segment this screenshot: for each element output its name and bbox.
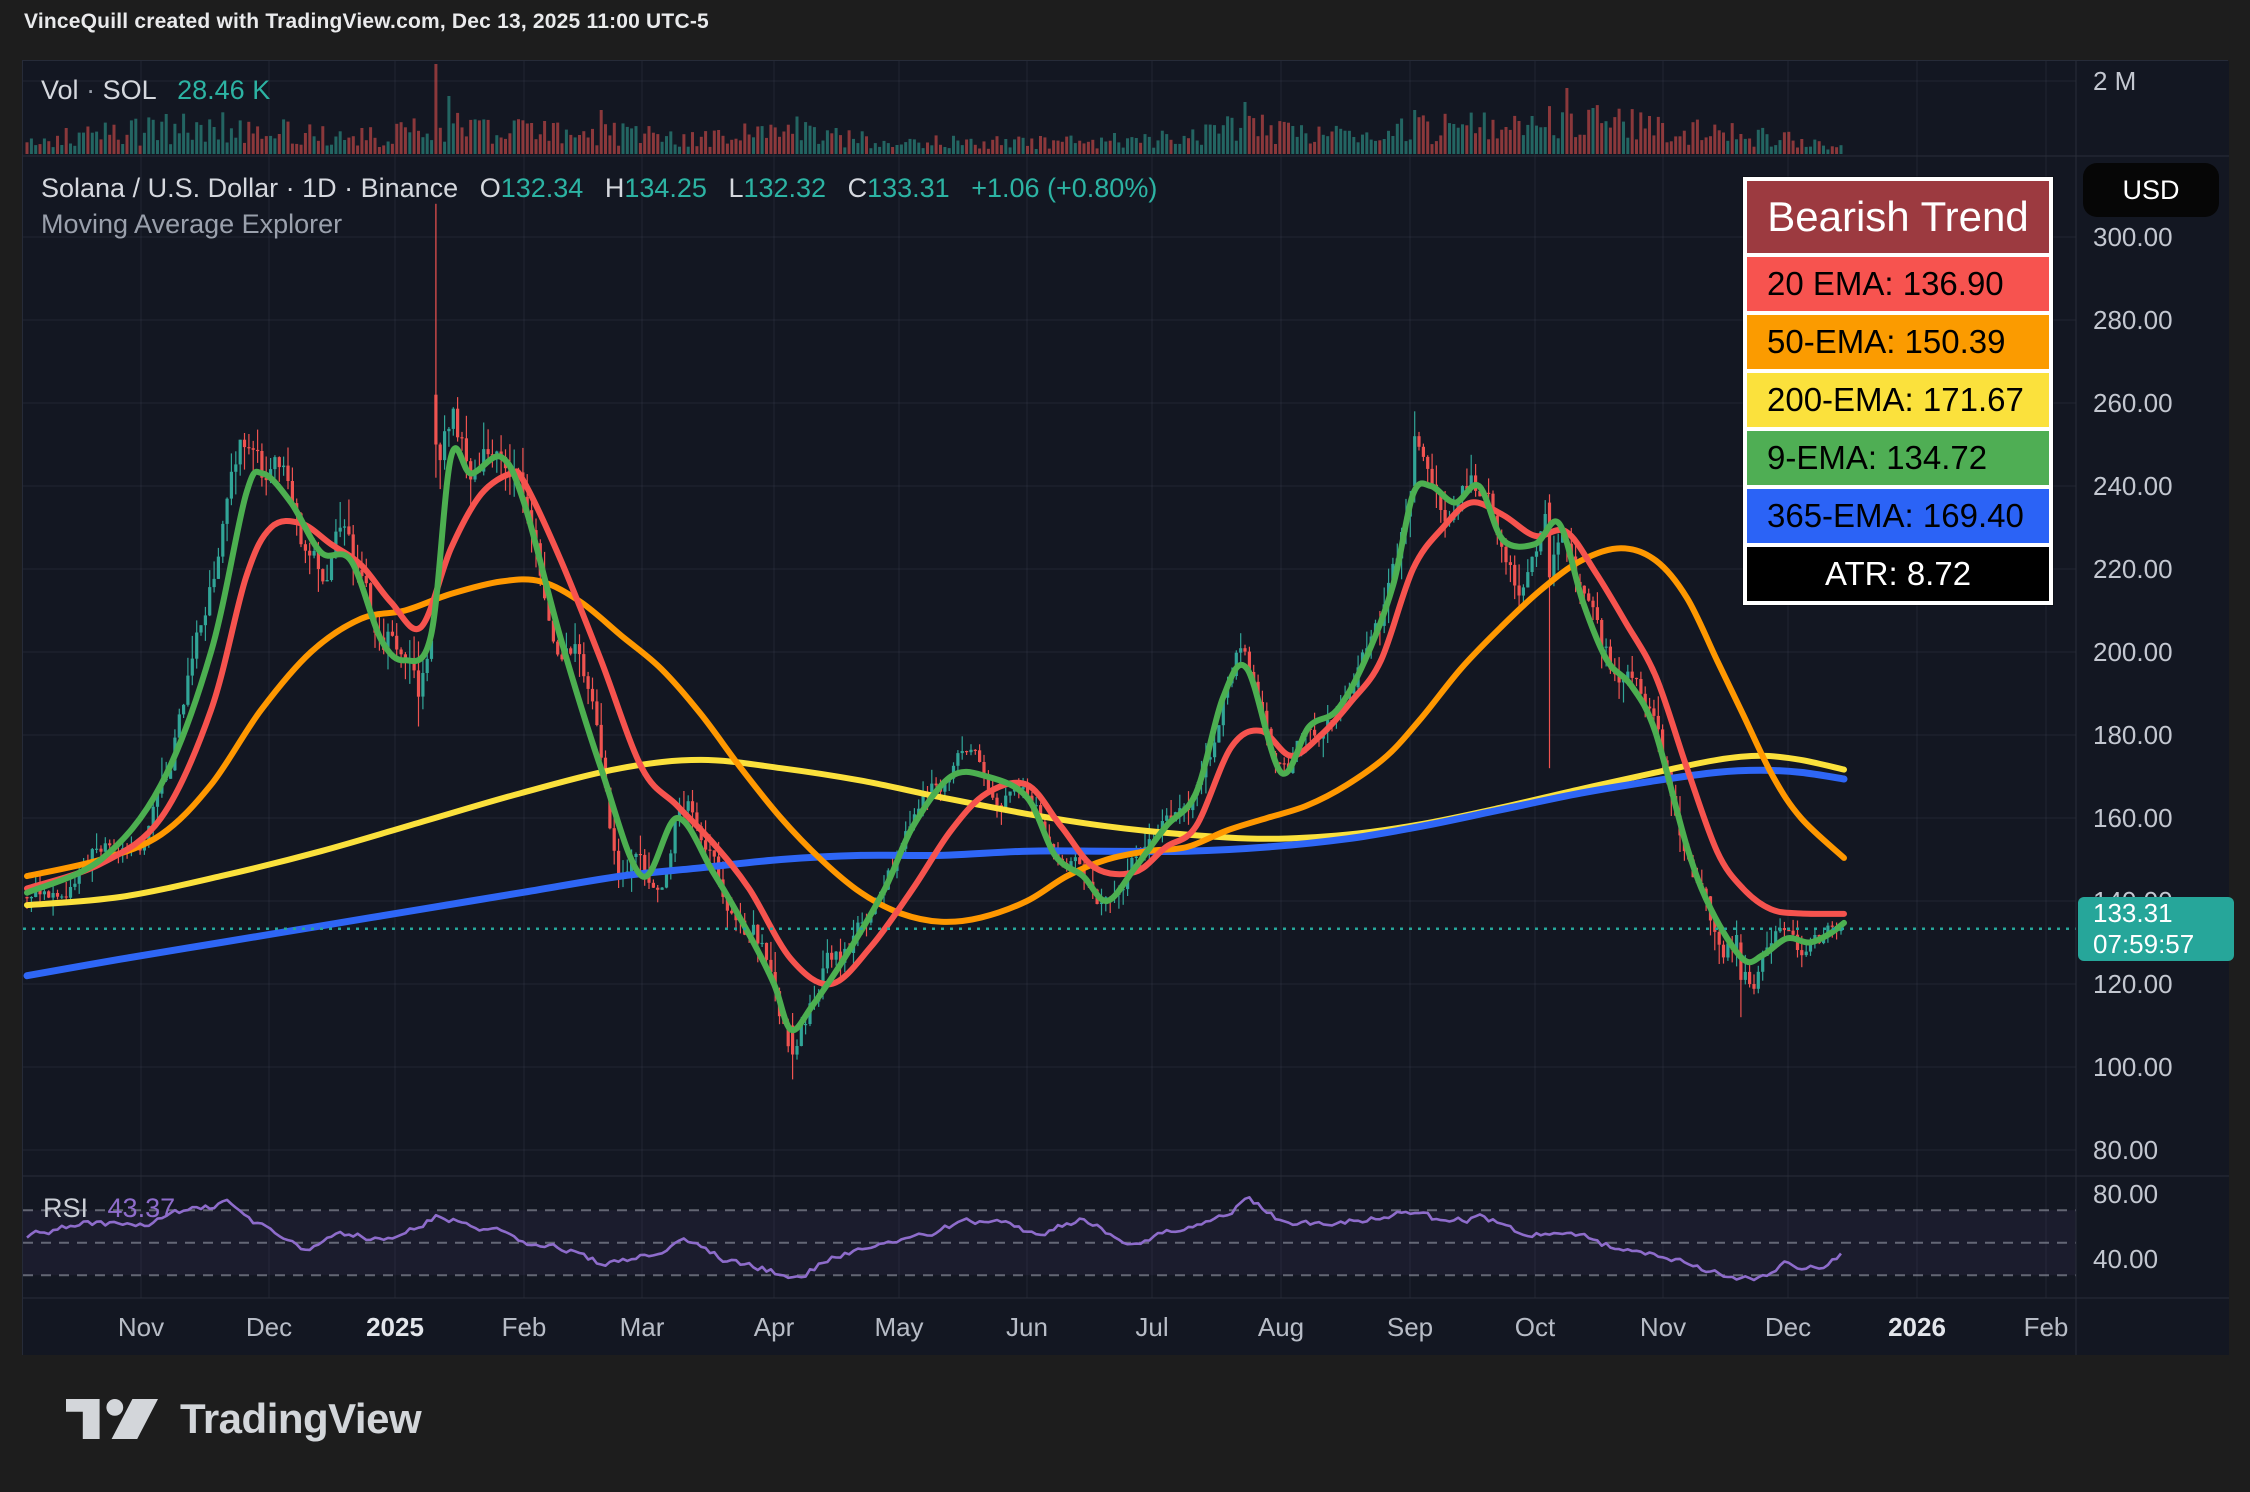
symbol-title[interactable]: Solana / U.S. Dollar · 1D · Binance	[41, 173, 458, 203]
separator: ·	[86, 75, 95, 105]
legend-row: 9-EMA: 134.72	[1747, 431, 2049, 485]
low-label: L	[728, 173, 743, 203]
price-axis-label: 100.00	[2093, 1054, 2173, 1080]
open-value: 132.34	[501, 173, 584, 203]
price-axis-label: 220.00	[2093, 556, 2173, 582]
time-axis-label: Dec	[1765, 1314, 1811, 1340]
legend-row: 365-EMA: 169.40	[1747, 489, 2049, 543]
price-axis-label: 160.00	[2093, 805, 2173, 831]
currency-toggle-button[interactable]: USD	[2083, 163, 2219, 217]
last-price: 133.31	[2093, 898, 2234, 929]
time-axis-label: Feb	[2024, 1314, 2069, 1340]
price-axis-label: 180.00	[2093, 722, 2173, 748]
rsi-value: 43.37	[108, 1193, 176, 1223]
tradingview-logo-text: TradingView	[180, 1395, 421, 1443]
indicator-title[interactable]: Moving Average Explorer	[41, 209, 342, 240]
time-axis-label: May	[874, 1314, 923, 1340]
time-axis-label: Apr	[754, 1314, 794, 1340]
change-value: +1.06 (+0.80%)	[971, 173, 1157, 203]
time-axis-label: Nov	[118, 1314, 164, 1340]
volume-axis-label: 2 M	[2093, 68, 2136, 94]
last-price-badge: 133.31 07:59:57	[2078, 897, 2234, 961]
rsi-label: RSI	[43, 1193, 88, 1223]
tradingview-logo[interactable]: TradingView	[66, 1395, 421, 1443]
time-axis-label: Oct	[1515, 1314, 1555, 1340]
symbol-title-row[interactable]: Solana / U.S. Dollar · 1D · Binance O132…	[41, 173, 1157, 204]
price-axis-label: 80.00	[2093, 1137, 2158, 1163]
time-axis-label: Jul	[1135, 1314, 1168, 1340]
footer: TradingView	[0, 1355, 2250, 1492]
chart-area[interactable]: Vol · SOL 28.46 K Solana / U.S. Dollar ·…	[22, 60, 2228, 1355]
time-axis-label: Nov	[1640, 1314, 1686, 1340]
price-axis-label: 240.00	[2093, 473, 2173, 499]
tradingview-published-chart: VinceQuill created with TradingView.com,…	[0, 0, 2250, 1492]
tradingview-logo-icon	[66, 1398, 158, 1440]
rsi-axis-label: 40.00	[2093, 1246, 2158, 1272]
time-axis-label: Feb	[502, 1314, 547, 1340]
legend-row: 200-EMA: 171.67	[1747, 373, 2049, 427]
volume-label: Vol	[41, 75, 79, 105]
price-axis-label: 300.00	[2093, 224, 2173, 250]
volume-pane-title: Vol · SOL 28.46 K	[41, 75, 270, 106]
legend-row: 20 EMA: 136.90	[1747, 257, 2049, 311]
rsi-axis-label: 80.00	[2093, 1181, 2158, 1207]
high-value: 134.25	[624, 173, 707, 203]
price-axis-label: 280.00	[2093, 307, 2173, 333]
trend-status: Bearish Trend	[1747, 181, 2049, 253]
bar-countdown: 07:59:57	[2093, 929, 2234, 960]
time-axis-label: Aug	[1258, 1314, 1304, 1340]
open-label: O	[480, 173, 501, 203]
high-label: H	[605, 173, 625, 203]
price-axis-label: 120.00	[2093, 971, 2173, 997]
volume-symbol: SOL	[103, 75, 156, 105]
trend-legend: Bearish Trend 20 EMA: 136.9050-EMA: 150.…	[1743, 177, 2053, 605]
time-axis-label: Sep	[1387, 1314, 1433, 1340]
time-axis-label: Mar	[620, 1314, 665, 1340]
time-axis-label: 2025	[366, 1314, 424, 1340]
time-axis-label: Jun	[1006, 1314, 1048, 1340]
chart-byline: VinceQuill created with TradingView.com,…	[24, 10, 709, 34]
time-axis-label: Dec	[246, 1314, 292, 1340]
volume-value: 28.46 K	[177, 75, 270, 105]
time-axis-label: 2026	[1888, 1314, 1946, 1340]
rsi-pane-title[interactable]: RSI 43.37	[43, 1193, 175, 1224]
price-axis-label: 260.00	[2093, 390, 2173, 416]
price-axis-label: 200.00	[2093, 639, 2173, 665]
close-value: 133.31	[867, 173, 950, 203]
legend-row: ATR: 8.72	[1747, 547, 2049, 601]
close-label: C	[848, 173, 868, 203]
legend-row: 50-EMA: 150.39	[1747, 315, 2049, 369]
low-value: 132.32	[743, 173, 826, 203]
